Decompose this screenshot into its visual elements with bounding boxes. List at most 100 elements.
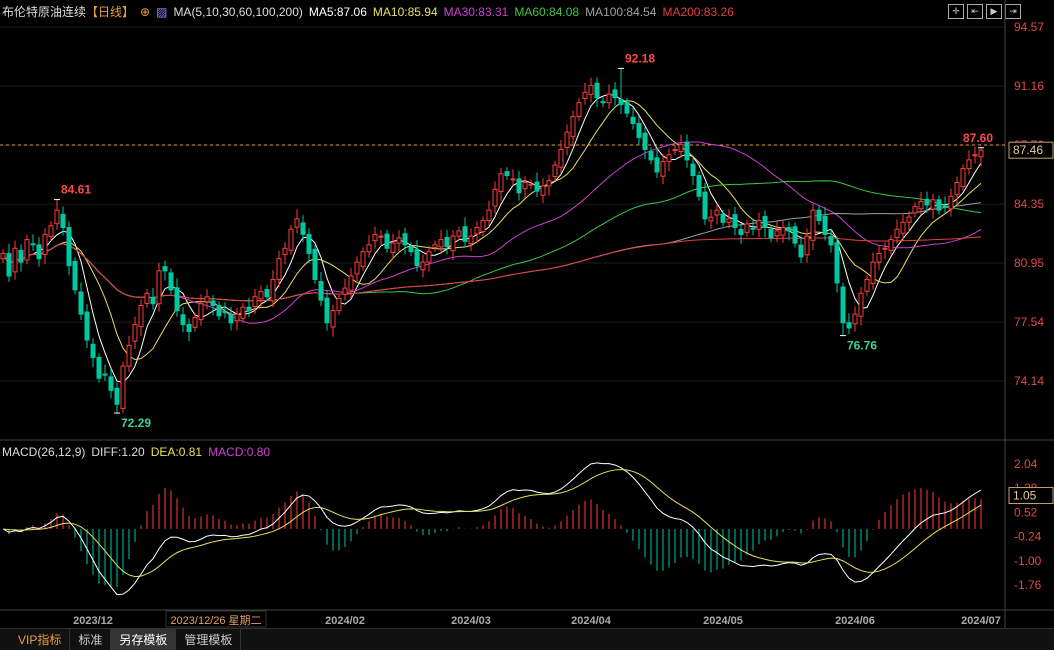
candle-body: [768, 229, 774, 239]
candle-body: [738, 229, 744, 235]
candle-body: [816, 209, 822, 222]
candle-body: [12, 247, 18, 273]
candle-body: [828, 235, 834, 246]
candle-body: [102, 373, 108, 376]
candle-body: [336, 298, 342, 312]
candle-body: [294, 218, 300, 228]
candle-body: [252, 296, 258, 307]
candle-body: [60, 213, 66, 228]
price-tick: 94.57: [1014, 20, 1044, 34]
candle-body: [234, 313, 240, 322]
candle-body: [36, 244, 42, 260]
candle-body: [918, 200, 924, 210]
candle-body: [852, 313, 858, 325]
candle-body: [972, 154, 978, 157]
current-macd: 1.05: [1013, 489, 1037, 503]
tab-vip[interactable]: VIP指标: [10, 629, 71, 650]
candle-body: [228, 313, 234, 324]
tab-standard[interactable]: 标准: [70, 629, 112, 650]
candle-body: [522, 181, 528, 190]
candle-body: [444, 237, 450, 248]
candle-body: [636, 123, 642, 138]
candle-body: [264, 289, 270, 298]
candle-body: [288, 228, 294, 251]
candle-body: [492, 188, 498, 207]
candle-body: [426, 251, 432, 263]
candle-body: [78, 291, 84, 315]
candle-body: [258, 291, 264, 300]
candle-body: [108, 376, 114, 391]
candle-body: [600, 101, 606, 104]
candle-body: [606, 93, 612, 104]
date-label: 2024/02: [325, 615, 365, 627]
tab-save-template[interactable]: 另存模板: [111, 629, 177, 650]
candle-body: [216, 304, 222, 317]
candle-body: [402, 233, 408, 246]
candle-body: [870, 261, 876, 285]
price-chart[interactable]: 94.5791.1687.7684.3580.9577.5474.142.041…: [0, 0, 1054, 628]
candle-body: [804, 235, 810, 256]
candle-body: [48, 225, 54, 237]
candle-body: [42, 233, 48, 256]
candle-body: [942, 205, 948, 208]
candle-body: [948, 195, 954, 210]
candle-body: [888, 239, 894, 251]
candle-body: [198, 303, 204, 321]
candle-body: [642, 132, 648, 151]
candle-body: [408, 246, 414, 253]
dea-line: [2, 468, 982, 578]
candle-body: [678, 143, 684, 153]
date-label: 2023/12: [73, 615, 113, 627]
candle-body: [324, 297, 330, 324]
candle-body: [204, 296, 210, 303]
candle-body: [24, 239, 30, 261]
candle-body: [330, 310, 336, 328]
macd-tick: 0.52: [1014, 505, 1038, 519]
bottom-tabs: VIP指标 标准 另存模板 管理模板: [0, 628, 1054, 650]
candle-body: [120, 365, 126, 409]
price-tick: 80.95: [1014, 256, 1044, 270]
macd-tick: -1.00: [1014, 554, 1042, 568]
candle-body: [246, 306, 252, 312]
candle-body: [846, 322, 852, 329]
candle-body: [756, 220, 762, 230]
candle-body: [156, 270, 162, 305]
candle-body: [774, 230, 780, 237]
candle-body: [960, 168, 966, 188]
candle-body: [126, 344, 132, 367]
candle-body: [342, 287, 348, 295]
candle-body: [570, 116, 576, 137]
candle-body: [186, 324, 192, 332]
date-label: 2024/04: [571, 615, 612, 627]
candle-body: [708, 216, 714, 222]
candle-body: [486, 209, 492, 222]
candle-body: [72, 260, 78, 291]
candle-body: [306, 233, 312, 254]
candle-body: [474, 226, 480, 235]
date-label: 2024/06: [835, 615, 875, 627]
candle-body: [282, 247, 288, 256]
candle-body: [732, 214, 738, 228]
candle-body: [54, 209, 60, 225]
price-tick: 77.54: [1014, 315, 1044, 329]
candle-body: [30, 243, 36, 246]
tab-manage-template[interactable]: 管理模板: [176, 629, 242, 650]
candle-body: [576, 102, 582, 118]
candle-body: [822, 215, 828, 235]
candle-body: [498, 173, 504, 192]
candle-body: [276, 258, 282, 280]
candle-body: [654, 157, 660, 173]
candle-body: [612, 89, 618, 99]
candle-body: [132, 324, 138, 342]
date-label: 2024/03: [451, 615, 491, 627]
price-tick: 74.14: [1014, 374, 1044, 388]
candle-body: [834, 242, 840, 284]
candle-body: [618, 99, 624, 105]
candle-body: [930, 199, 936, 210]
extreme-label: 87.60: [963, 131, 993, 145]
candle-body: [588, 84, 594, 95]
candle-body: [564, 131, 570, 148]
candle-body: [594, 82, 600, 99]
candle-body: [450, 235, 456, 252]
candle-body: [924, 198, 930, 206]
